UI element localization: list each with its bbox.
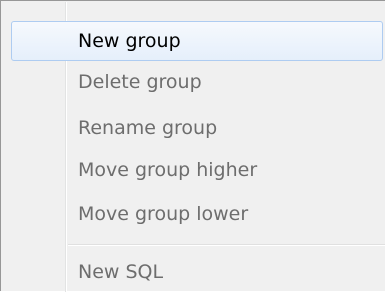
menu-item-label: Delete group [78,71,202,93]
menu-item-label: New group [78,30,181,52]
menu-item-delete-group[interactable]: Delete group [11,62,383,102]
menu-item-label: Move group higher [78,159,258,181]
menu-separator [68,244,385,246]
menu-item-label: Rename group [78,117,218,139]
menu-item-new-group[interactable]: New group [11,21,383,61]
menu-item-label: Move group lower [78,203,249,225]
menu-item-rename-group[interactable]: Rename group [11,108,383,148]
menu-item-new-sql[interactable]: New SQL [11,252,383,292]
context-menu: New group Delete group Rename group Move… [0,0,385,292]
menu-item-label: New SQL [78,261,164,283]
menu-item-move-group-lower[interactable]: Move group lower [11,194,383,234]
menu-item-move-group-higher[interactable]: Move group higher [11,150,383,190]
